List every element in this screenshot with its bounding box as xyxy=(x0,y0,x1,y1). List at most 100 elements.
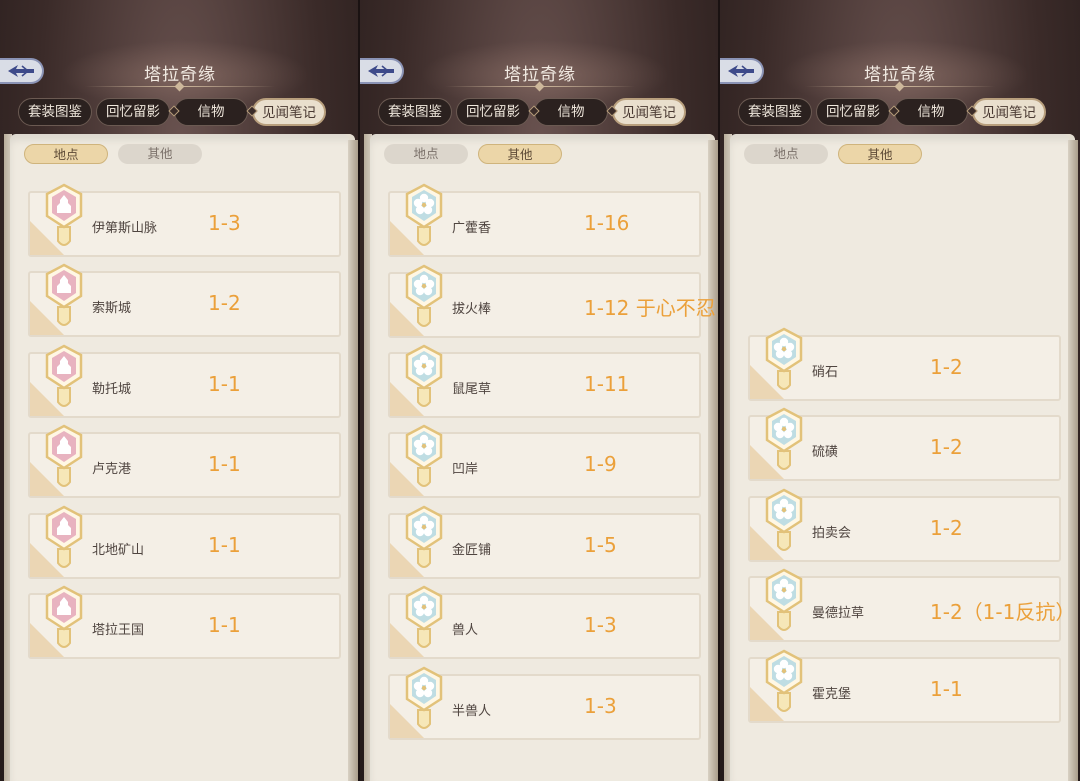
item-chapter-value: 1-3 xyxy=(208,211,241,235)
item-chapter-value: 1-1 xyxy=(208,452,241,476)
list-item[interactable]: 曼德拉草 1-2（1-1反抗） xyxy=(748,568,1075,642)
location-badge-icon xyxy=(44,505,84,571)
list-item[interactable]: 伊第斯山脉 1-3 xyxy=(28,183,341,257)
flower-badge-icon xyxy=(404,505,444,571)
tab-0[interactable]: 套装图鉴 xyxy=(378,98,452,126)
tab-1[interactable]: 回忆留影 xyxy=(816,98,890,126)
flower-badge-icon xyxy=(764,488,804,554)
item-name: 霍克堡 xyxy=(812,687,852,702)
list-item[interactable]: 鼠尾草 1-11 xyxy=(388,344,701,418)
item-name: 拍卖会 xyxy=(812,526,852,541)
list-item[interactable]: 北地矿山 1-1 xyxy=(28,505,341,579)
book-page-edge xyxy=(1068,140,1078,781)
item-chapter-value: 1-3 xyxy=(584,694,617,718)
tab-2[interactable]: 信物 xyxy=(534,98,608,126)
back-button[interactable] xyxy=(720,58,764,84)
panel-divider xyxy=(718,0,720,781)
list-item[interactable]: 勒托城 1-1 xyxy=(28,344,341,418)
subtab-1[interactable]: 其他 xyxy=(838,144,922,164)
list-item[interactable]: 金匠铺 1-5 xyxy=(388,505,701,579)
item-chapter-value: 1-1 xyxy=(208,613,241,637)
location-badge-icon xyxy=(44,585,84,651)
book-page-edge xyxy=(348,140,358,781)
item-name: 曼德拉草 xyxy=(812,606,865,621)
item-chapter-value: 1-16 xyxy=(584,211,630,235)
item-name: 卢克港 xyxy=(92,462,132,477)
item-chapter-value: 1-2 xyxy=(208,291,241,315)
list-item[interactable]: 霍克堡 1-1 xyxy=(748,649,1061,723)
list-item[interactable]: 兽人 1-3 xyxy=(388,585,701,659)
tab-3[interactable]: 见闻笔记 xyxy=(972,98,1046,126)
notes-panel-3: 塔拉奇缘 套装图鉴 回忆留影 信物 见闻笔记 地点 其他 硝石 1-2 硫磺 1-2 拍卖会 1-2 曼德… xyxy=(720,0,1080,781)
subtab-0[interactable]: 地点 xyxy=(384,144,468,164)
item-chapter-value: 1-11 xyxy=(584,372,630,396)
item-chapter-value: 1-1 xyxy=(208,533,241,557)
location-badge-icon xyxy=(44,183,84,249)
tab-1[interactable]: 回忆留影 xyxy=(456,98,530,126)
tab-1[interactable]: 回忆留影 xyxy=(96,98,170,126)
flower-badge-icon xyxy=(764,407,804,473)
list-item[interactable]: 硫磺 1-2 xyxy=(748,407,1061,481)
item-name: 金匠铺 xyxy=(452,543,492,558)
tab-2[interactable]: 信物 xyxy=(894,98,968,126)
list-item[interactable]: 索斯城 1-2 xyxy=(28,263,341,337)
list-item[interactable]: 塔拉王国 1-1 xyxy=(28,585,341,659)
location-badge-icon xyxy=(44,424,84,490)
item-name: 塔拉王国 xyxy=(92,623,145,638)
notes-panel-2: 塔拉奇缘 套装图鉴 回忆留影 信物 见闻笔记 地点 其他 广藿香 1-16 拔火棒 1-12 于心不… xyxy=(360,0,720,781)
flower-badge-icon xyxy=(404,344,444,410)
tab-0[interactable]: 套装图鉴 xyxy=(738,98,812,126)
tab-bar: 套装图鉴 回忆留影 信物 见闻笔记 xyxy=(18,98,338,126)
back-arrow-icon xyxy=(728,65,754,77)
item-name: 兽人 xyxy=(452,623,479,638)
item-name: 勒托城 xyxy=(92,382,132,397)
item-name: 伊第斯山脉 xyxy=(92,221,158,236)
back-button[interactable] xyxy=(0,58,44,84)
item-name: 北地矿山 xyxy=(92,543,145,558)
list-item[interactable]: 拍卖会 1-2 xyxy=(748,488,1061,562)
list-item[interactable]: 凹岸 1-9 xyxy=(388,424,701,498)
item-name: 凹岸 xyxy=(452,462,479,477)
panel-divider xyxy=(358,0,360,781)
tab-2[interactable]: 信物 xyxy=(174,98,248,126)
item-chapter-value: 1-2 xyxy=(930,435,963,459)
tab-bar: 套装图鉴 回忆留影 信物 见闻笔记 xyxy=(378,98,698,126)
back-arrow-icon xyxy=(8,65,34,77)
item-chapter-value: 1-2 xyxy=(930,355,963,379)
item-chapter-value: 1-1 xyxy=(930,677,963,701)
item-name: 硝石 xyxy=(812,365,839,380)
list-item[interactable]: 硝石 1-2 xyxy=(748,327,1061,401)
item-chapter-value: 1-5 xyxy=(584,533,617,557)
item-chapter-value: 1-9 xyxy=(584,452,617,476)
tab-0[interactable]: 套装图鉴 xyxy=(18,98,92,126)
subtab-0[interactable]: 地点 xyxy=(24,144,108,164)
flower-badge-icon xyxy=(764,649,804,715)
item-name: 广藿香 xyxy=(452,221,492,236)
subtab-1[interactable]: 其他 xyxy=(478,144,562,164)
flower-badge-icon xyxy=(764,327,804,393)
back-button[interactable] xyxy=(360,58,404,84)
list-item[interactable]: 广藿香 1-16 xyxy=(388,183,701,257)
flower-badge-icon xyxy=(764,568,804,634)
item-chapter-value: 1-12 于心不忍 xyxy=(584,296,716,320)
tab-3[interactable]: 见闻笔记 xyxy=(612,98,686,126)
list-item[interactable]: 拔火棒 1-12 于心不忍 xyxy=(388,264,716,338)
back-arrow-icon xyxy=(368,65,394,77)
tab-3[interactable]: 见闻笔记 xyxy=(252,98,326,126)
list-item[interactable]: 卢克港 1-1 xyxy=(28,424,341,498)
location-badge-icon xyxy=(44,344,84,410)
notes-panel-1: 塔拉奇缘 套装图鉴 回忆留影 信物 见闻笔记 地点 其他 伊第斯山脉 1-3 索斯城 1-2 勒托城 1… xyxy=(0,0,360,781)
flower-badge-icon xyxy=(404,264,444,330)
item-chapter-value: 1-2 xyxy=(930,516,963,540)
item-chapter-value: 1-1 xyxy=(208,372,241,396)
subtab-1[interactable]: 其他 xyxy=(118,144,202,164)
item-name: 半兽人 xyxy=(452,704,492,719)
list-item[interactable]: 半兽人 1-3 xyxy=(388,666,701,740)
flower-badge-icon xyxy=(404,585,444,651)
item-name: 拔火棒 xyxy=(452,302,492,317)
item-chapter-value: 1-2（1-1反抗） xyxy=(930,600,1076,624)
tab-bar: 套装图鉴 回忆留影 信物 见闻笔记 xyxy=(738,98,1058,126)
book-page-edge xyxy=(708,140,718,781)
flower-badge-icon xyxy=(404,666,444,732)
subtab-0[interactable]: 地点 xyxy=(744,144,828,164)
